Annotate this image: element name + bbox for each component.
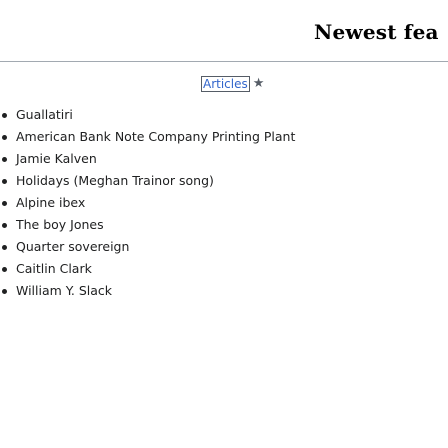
list-item: William Y. Slack [0, 280, 295, 302]
article-link[interactable]: Caitlin Clark [16, 261, 92, 276]
article-link[interactable]: Alpine ibex [16, 195, 85, 210]
article-link[interactable]: Quarter sovereign [16, 239, 129, 254]
article-link[interactable]: Guallatiri [16, 107, 73, 122]
list-item: Alpine ibex [0, 192, 295, 214]
article-link[interactable]: The boy Jones [16, 217, 104, 232]
article-link[interactable]: Holidays (Meghan Trainor song) [16, 173, 214, 188]
list-item: Caitlin Clark [0, 258, 295, 280]
bullet-icon [2, 245, 7, 250]
list-item: Quarter sovereign [0, 236, 295, 258]
list-item: Holidays (Meghan Trainor song) [0, 170, 295, 192]
page: Newest fea Articles ★ Guallatiri America… [0, 0, 448, 448]
section-heading: Newest fea [314, 20, 439, 44]
list-item: American Bank Note Company Printing Plan… [0, 126, 295, 148]
article-link[interactable]: American Bank Note Company Printing Plan… [16, 129, 295, 144]
article-link[interactable]: William Y. Slack [16, 283, 112, 298]
list-item: Jamie Kalven [0, 148, 295, 170]
articles-tab-row: Articles ★ [201, 74, 264, 94]
bullet-icon [2, 201, 7, 206]
list-item: The boy Jones [0, 214, 295, 236]
article-link[interactable]: Jamie Kalven [16, 151, 97, 166]
bullet-icon [2, 113, 7, 118]
bullet-icon [2, 179, 7, 184]
bullet-icon [2, 157, 7, 162]
list-item: Guallatiri [0, 104, 295, 126]
article-list: Guallatiri American Bank Note Company Pr… [0, 104, 295, 302]
bullet-icon [2, 289, 7, 294]
bullet-icon [2, 267, 7, 272]
bullet-icon [2, 135, 7, 140]
heading-divider [0, 61, 448, 62]
bullet-icon [2, 223, 7, 228]
star-icon: ★ [252, 76, 265, 91]
articles-link[interactable]: Articles [201, 76, 250, 92]
